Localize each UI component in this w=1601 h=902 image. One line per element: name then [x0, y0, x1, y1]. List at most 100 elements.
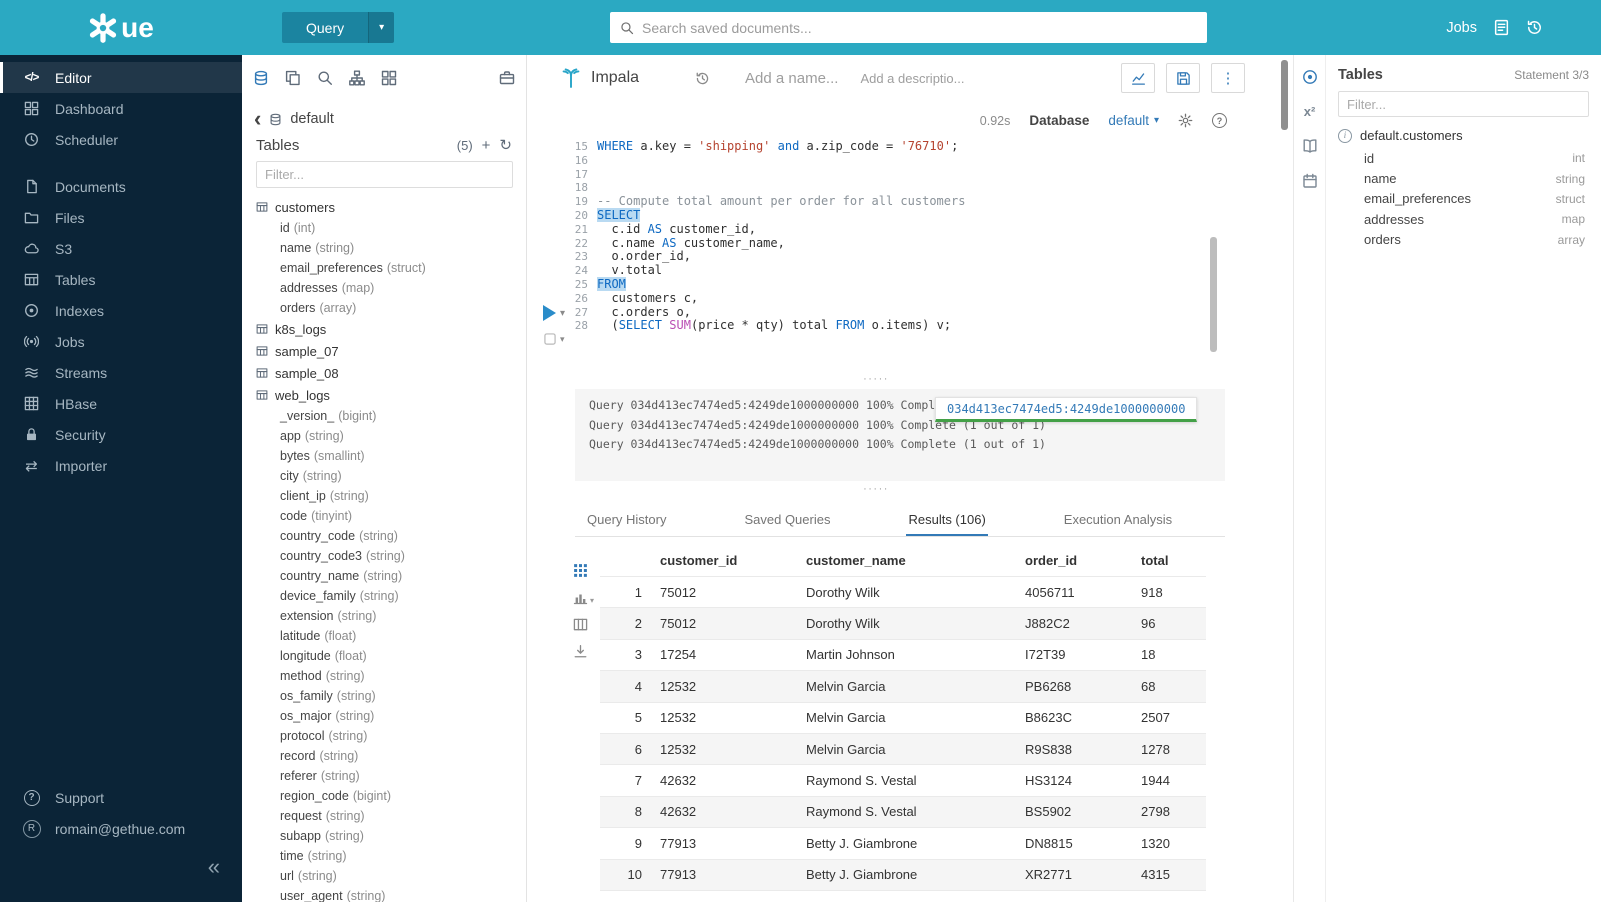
chart-type-caret[interactable]: ▾ — [590, 596, 594, 605]
sidebar-item-tables[interactable]: Tables — [0, 264, 242, 295]
sidebar-item-security[interactable]: Security — [0, 419, 242, 450]
results-resize-handle[interactable]: ····· — [527, 485, 1225, 497]
table-item-web_logs[interactable]: web_logs — [256, 384, 526, 406]
column-item-_version_[interactable]: _version_(bigint) — [256, 406, 526, 426]
info-icon[interactable]: i — [1338, 129, 1352, 143]
column-item-bytes[interactable]: bytes(smallint) — [256, 446, 526, 466]
right-column-addresses[interactable]: addressesmap — [1364, 209, 1589, 229]
column-item-subapp[interactable]: subapp(string) — [256, 826, 526, 846]
column-item-time[interactable]: time(string) — [256, 846, 526, 866]
right-column-orders[interactable]: ordersarray — [1364, 230, 1589, 250]
column-item-protocol[interactable]: protocol(string) — [256, 726, 526, 746]
column-item-os_family[interactable]: os_family(string) — [256, 686, 526, 706]
data-browser-icon[interactable] — [253, 70, 269, 86]
column-header-order_id[interactable]: order_id — [1025, 545, 1141, 576]
column-item-region_code[interactable]: region_code(bigint) — [256, 786, 526, 806]
new-query-button[interactable]: Query — [282, 12, 368, 43]
column-item-country_code[interactable]: country_code(string) — [256, 526, 526, 546]
active-table-item[interactable]: i default.customers — [1338, 128, 1589, 143]
column-item-app[interactable]: app(string) — [256, 426, 526, 446]
table-item-k8s_logs[interactable]: k8s_logs — [256, 318, 526, 340]
log-resize-handle[interactable]: ····· — [527, 375, 1225, 387]
sql-editor[interactable]: 15WHERE a.key = 'shipping' and a.zip_cod… — [527, 140, 1225, 380]
column-item-addresses[interactable]: addresses(map) — [256, 278, 526, 298]
right-column-email_preferences[interactable]: email_preferencesstruct — [1364, 189, 1589, 209]
results-chart-icon[interactable]: ▾ — [573, 590, 594, 605]
sidebar-item-indexes[interactable]: Indexes — [0, 295, 242, 326]
statement-options-caret[interactable]: ▾ — [560, 334, 565, 345]
column-item-device_family[interactable]: device_family(string) — [256, 586, 526, 606]
workload-briefcase-icon[interactable] — [499, 70, 515, 86]
run-options-caret[interactable]: ▾ — [560, 308, 565, 319]
settings-gear-icon[interactable] — [1178, 113, 1193, 128]
column-item-client_ip[interactable]: client_ip(string) — [256, 486, 526, 506]
column-item-user_agent[interactable]: user_agent(string) — [256, 886, 526, 902]
sidebar-item-scheduler[interactable]: Scheduler — [0, 124, 242, 155]
column-item-extension[interactable]: extension(string) — [256, 606, 526, 626]
refresh-icon[interactable]: ↻ — [499, 138, 512, 153]
column-item-country_name[interactable]: country_name(string) — [256, 566, 526, 586]
column-item-city[interactable]: city(string) — [256, 466, 526, 486]
sidebar-item-streams[interactable]: Streams — [0, 357, 242, 388]
engine-name[interactable]: Impala — [591, 69, 639, 87]
column-item-orders[interactable]: orders(array) — [256, 298, 526, 318]
query-history-icon[interactable] — [1526, 19, 1543, 36]
column-item-latitude[interactable]: latitude(float) — [256, 626, 526, 646]
results-download-icon[interactable] — [573, 644, 594, 659]
column-item-name[interactable]: name(string) — [256, 238, 526, 258]
column-item-email_preferences[interactable]: email_preferences(struct) — [256, 258, 526, 278]
tab-results-106[interactable]: Results (106) — [906, 503, 987, 536]
breadcrumb-database[interactable]: default — [290, 111, 334, 127]
table-item-sample_07[interactable]: sample_07 — [256, 340, 526, 362]
sidebar-item-dashboard[interactable]: Dashboard — [0, 93, 242, 124]
right-column-name[interactable]: namestring — [1364, 168, 1589, 188]
sidebar-user[interactable]: R romain@gethue.com — [0, 813, 242, 844]
sidebar-collapse-button[interactable]: « — [208, 856, 220, 878]
hue-logo[interactable]: ue — [0, 0, 242, 55]
more-actions-button[interactable]: ⋮ — [1211, 63, 1245, 93]
search-input[interactable] — [642, 20, 1197, 36]
sidebar-item-jobs[interactable]: Jobs — [0, 326, 242, 357]
statement-marker-icon[interactable] — [543, 332, 557, 346]
add-table-icon[interactable]: + — [482, 138, 491, 153]
table-filter-input[interactable] — [256, 161, 513, 188]
results-columns-icon[interactable] — [573, 617, 594, 632]
sidebar-item-documents[interactable]: Documents — [0, 171, 242, 202]
sitemap-icon[interactable] — [349, 70, 365, 86]
column-header-customer_name[interactable]: customer_name — [806, 545, 1025, 576]
right-filter-input[interactable] — [1338, 91, 1589, 117]
sidebar-item-editor[interactable]: </>Editor — [0, 62, 242, 93]
column-item-record[interactable]: record(string) — [256, 746, 526, 766]
tab-saved-queries[interactable]: Saved Queries — [742, 503, 832, 536]
schedule-icon[interactable] — [1302, 173, 1318, 189]
editor-scrollbar[interactable] — [1210, 237, 1217, 352]
apps-grid-icon[interactable] — [381, 70, 397, 86]
sidebar-item-support[interactable]: ? Support — [0, 782, 242, 813]
language-reference-icon[interactable] — [1302, 138, 1318, 154]
save-button[interactable] — [1166, 63, 1200, 93]
query-description-field[interactable]: Add a descriptio... — [860, 71, 964, 86]
search-assist-icon[interactable] — [317, 70, 333, 86]
column-item-country_code3[interactable]: country_code3(string) — [256, 546, 526, 566]
snippet-history-icon[interactable] — [695, 71, 710, 86]
back-chevron-icon[interactable]: ‹ — [254, 112, 261, 126]
table-item-sample_08[interactable]: sample_08 — [256, 362, 526, 384]
column-item-url[interactable]: url(string) — [256, 866, 526, 886]
sidebar-item-s3[interactable]: S3 — [0, 233, 242, 264]
documents-copy-icon[interactable] — [285, 70, 301, 86]
chart-button[interactable] — [1121, 63, 1155, 93]
sidebar-item-files[interactable]: Files — [0, 202, 242, 233]
query-id-tooltip[interactable]: 034d413ec7474ed5:4249de1000000000 — [935, 397, 1197, 422]
column-item-request[interactable]: request(string) — [256, 806, 526, 826]
editor-help-icon[interactable]: ? — [1212, 113, 1227, 128]
sidebar-item-hbase[interactable]: HBase — [0, 388, 242, 419]
tab-query-history[interactable]: Query History — [585, 503, 668, 536]
column-item-os_major[interactable]: os_major(string) — [256, 706, 526, 726]
column-item-code[interactable]: code(tinyint) — [256, 506, 526, 526]
right-column-id[interactable]: idint — [1364, 148, 1589, 168]
column-item-method[interactable]: method(string) — [256, 666, 526, 686]
database-selector[interactable]: default▾ — [1108, 113, 1159, 128]
jobs-list-icon[interactable] — [1493, 19, 1510, 36]
column-item-id[interactable]: id(int) — [256, 218, 526, 238]
column-item-longitude[interactable]: longitude(float) — [256, 646, 526, 666]
